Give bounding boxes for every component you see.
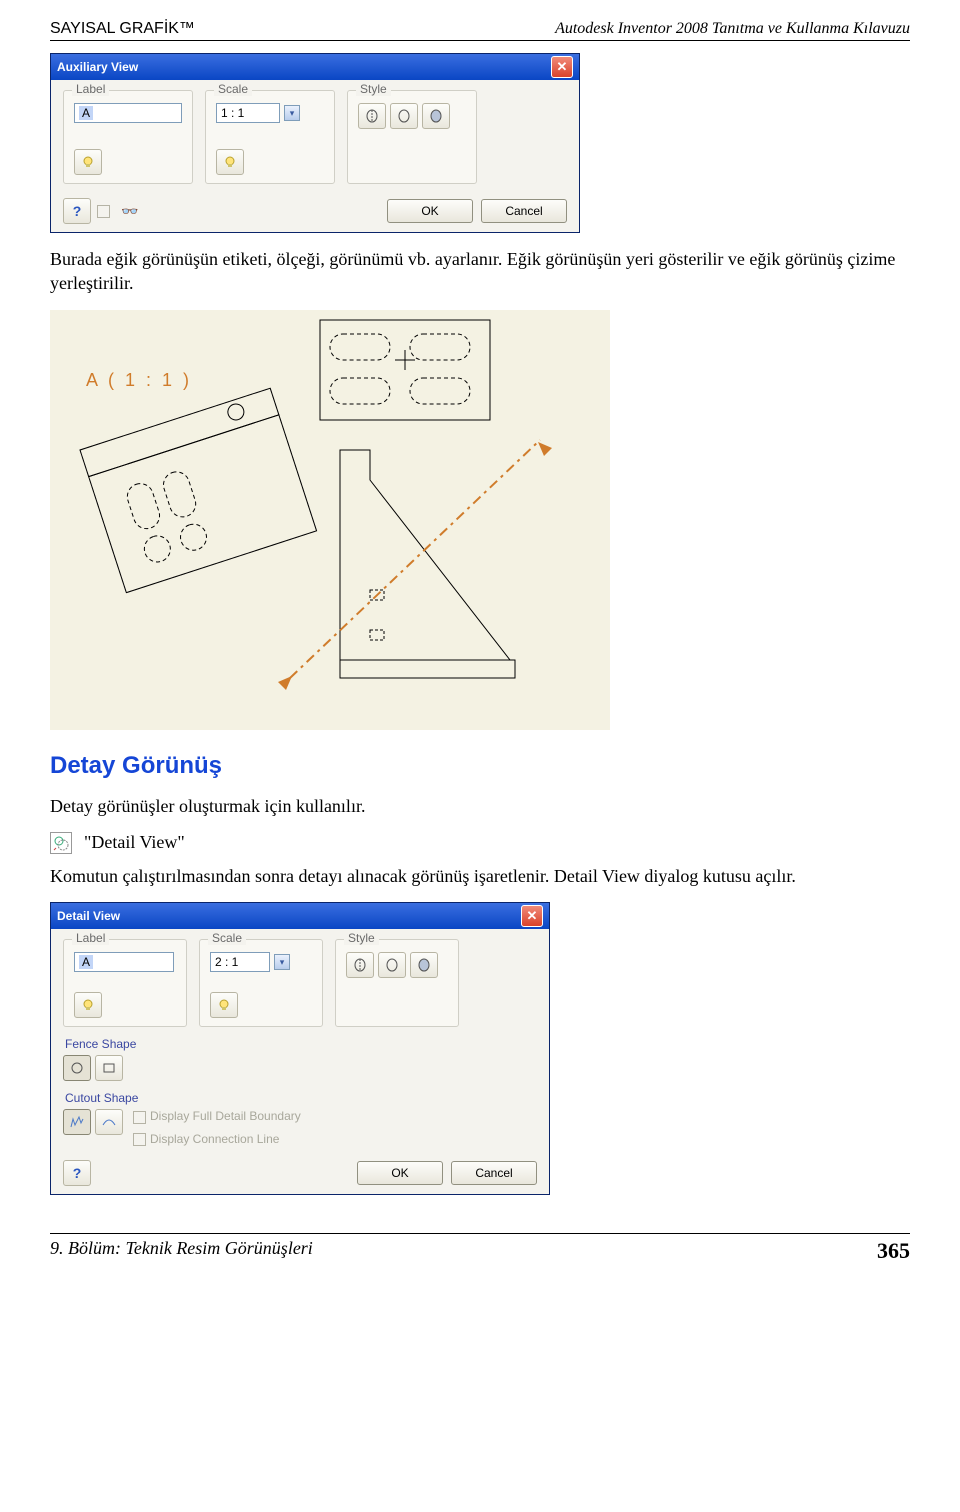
scale-input[interactable]: 2 : 1: [210, 952, 270, 972]
label-value: A: [79, 955, 93, 969]
checkbox-conn-line: [133, 1133, 146, 1146]
style-nohidden-icon[interactable]: [378, 952, 406, 978]
bulb-icon[interactable]: [216, 149, 244, 175]
help-icon[interactable]: ?: [63, 198, 91, 224]
group-legend: Style: [344, 931, 379, 945]
page-header: SAYISAL GRAFİK™ Autodesk Inventor 2008 T…: [50, 20, 910, 41]
style-shaded-icon[interactable]: [410, 952, 438, 978]
label-conn-line: Display Connection Line: [150, 1132, 279, 1146]
detail-view-command-icon: [50, 832, 72, 854]
style-hidden-icon[interactable]: [346, 952, 374, 978]
style-hidden-icon[interactable]: [358, 103, 386, 129]
chevron-down-icon[interactable]: ▾: [284, 105, 300, 121]
label-group: Label A: [63, 939, 187, 1027]
label-group: Label A: [63, 90, 193, 184]
cutout-smooth-icon[interactable]: [95, 1109, 123, 1135]
bulb-icon[interactable]: [210, 992, 238, 1018]
cancel-button[interactable]: Cancel: [451, 1161, 537, 1185]
drawing-illustration: A ( 1 : 1 ): [50, 310, 610, 730]
group-legend: Scale: [208, 931, 246, 945]
fence-circle-icon[interactable]: [63, 1055, 91, 1081]
command-name: "Detail View": [84, 832, 185, 853]
ok-button[interactable]: OK: [357, 1161, 443, 1185]
bulb-icon[interactable]: [74, 149, 102, 175]
auxiliary-view-dialog: Auxiliary View ✕ Label A Scale 1 :: [50, 53, 580, 233]
dialog-title: Auxiliary View: [57, 60, 138, 74]
paragraph-3: Komutun çalıştırılmasından sonra detayı …: [50, 864, 910, 888]
fence-shape-label: Fence Shape: [65, 1037, 537, 1051]
dialog-titlebar[interactable]: Auxiliary View ✕: [51, 54, 579, 80]
page-footer: 9. Bölüm: Teknik Resim Görünüşleri 365: [50, 1233, 910, 1264]
label-value: A: [79, 106, 93, 120]
group-legend: Label: [72, 931, 109, 945]
style-shaded-icon[interactable]: [422, 103, 450, 129]
header-left: SAYISAL GRAFİK™: [50, 20, 195, 38]
checkbox-disabled: [97, 205, 110, 218]
label-input[interactable]: A: [74, 103, 182, 123]
cutout-jagged-icon[interactable]: [63, 1109, 91, 1135]
style-group: Style: [335, 939, 459, 1027]
page-number: 365: [877, 1238, 910, 1264]
close-icon[interactable]: ✕: [521, 905, 543, 927]
group-legend: Label: [72, 82, 109, 96]
style-group: Style: [347, 90, 477, 184]
paragraph-2: Detay görünüşler oluşturmak için kullanı…: [50, 794, 910, 818]
close-icon[interactable]: ✕: [551, 56, 573, 78]
command-line: "Detail View": [50, 832, 910, 854]
group-legend: Style: [356, 82, 391, 96]
ok-button[interactable]: OK: [387, 199, 473, 223]
cancel-button[interactable]: Cancel: [481, 199, 567, 223]
dialog-title: Detail View: [57, 909, 120, 923]
label-full-boundary: Display Full Detail Boundary: [150, 1109, 301, 1123]
label-input[interactable]: A: [74, 952, 174, 972]
view-label-a: A ( 1 : 1 ): [86, 370, 192, 391]
style-nohidden-icon[interactable]: [390, 103, 418, 129]
glasses-icon: 👓: [116, 198, 144, 224]
chevron-down-icon[interactable]: ▾: [274, 954, 290, 970]
footer-left: 9. Bölüm: Teknik Resim Görünüşleri: [50, 1238, 313, 1264]
group-legend: Scale: [214, 82, 252, 96]
cutout-shape-label: Cutout Shape: [65, 1091, 537, 1105]
detail-view-dialog: Detail View ✕ Label A Scale 2 : 1 ▾: [50, 902, 550, 1195]
help-icon[interactable]: ?: [63, 1160, 91, 1186]
scale-group: Scale 2 : 1 ▾: [199, 939, 323, 1027]
header-right: Autodesk Inventor 2008 Tanıtma ve Kullan…: [555, 20, 910, 38]
scale-input[interactable]: 1 : 1: [216, 103, 280, 123]
checkbox-full-boundary: [133, 1111, 146, 1124]
fence-rect-icon[interactable]: [95, 1055, 123, 1081]
dialog-titlebar[interactable]: Detail View ✕: [51, 903, 549, 929]
bulb-icon[interactable]: [74, 992, 102, 1018]
section-heading-detail-view: Detay Görünüş: [50, 752, 910, 780]
scale-group: Scale 1 : 1 ▾: [205, 90, 335, 184]
paragraph-1: Burada eğik görünüşün etiketi, ölçeği, g…: [50, 247, 910, 296]
